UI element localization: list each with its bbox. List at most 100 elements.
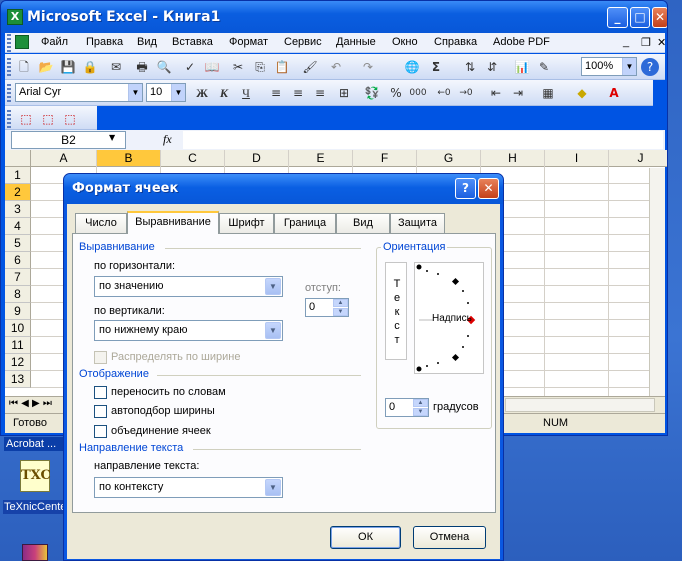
print-preview-icon[interactable]: 🔍 <box>155 58 173 76</box>
menu-file[interactable]: Файл <box>41 36 68 48</box>
chevron-down-icon[interactable]: ▼ <box>109 133 115 142</box>
menu-view[interactable]: Вид <box>137 36 157 48</box>
acrobat-taskbar-item[interactable]: Acrobat ... <box>4 437 66 451</box>
ok-button[interactable]: ОК <box>330 526 401 549</box>
row-header-5[interactable]: 5 <box>5 235 31 252</box>
horizontal-scrollbar[interactable] <box>505 398 655 412</box>
increase-decimal-icon[interactable]: ←0 <box>435 84 453 102</box>
align-center-icon[interactable]: ≡ <box>289 84 307 102</box>
sort-descending-icon[interactable]: ⇵ <box>483 58 501 76</box>
currency-icon[interactable]: 💱 <box>363 84 381 102</box>
minimize-button[interactable]: _ <box>607 7 628 28</box>
italic-button[interactable]: К <box>215 84 233 102</box>
menu-window[interactable]: Окно <box>392 36 418 48</box>
align-right-icon[interactable]: ≡ <box>311 84 329 102</box>
vertical-scrollbar[interactable] <box>649 168 665 396</box>
column-header-d[interactable]: D <box>225 150 289 167</box>
percent-button[interactable]: % <box>387 84 405 102</box>
merge-cells-checkbox[interactable] <box>94 425 107 438</box>
increase-indent-icon[interactable]: ⇥ <box>509 84 527 102</box>
font-color-icon[interactable]: A <box>605 84 623 102</box>
texniccenter-label[interactable]: TeXnicCente <box>3 500 66 514</box>
column-header-a[interactable]: A <box>31 150 97 167</box>
font-size-select[interactable]: 10 ▼ <box>146 83 186 102</box>
help-button[interactable]: ? <box>455 178 476 199</box>
autosum-icon[interactable]: Σ <box>427 58 445 76</box>
dialog-close-button[interactable]: ✕ <box>478 178 499 199</box>
convert-to-pdf-icon[interactable]: ⬚ <box>17 110 35 128</box>
tab-font[interactable]: Шрифт <box>219 213 274 233</box>
zoom-select[interactable]: 100% ▼ <box>581 57 637 76</box>
vertical-select[interactable]: по нижнему краю ▼ <box>94 320 283 341</box>
fill-color-icon[interactable]: ◆ <box>573 84 591 102</box>
row-header-11[interactable]: 11 <box>5 337 31 354</box>
save-icon[interactable]: 💾 <box>59 58 77 76</box>
toolbar-grip[interactable] <box>7 84 11 102</box>
copy-icon[interactable]: ⎘ <box>251 58 269 76</box>
horizontal-select[interactable]: по значению ▼ <box>94 276 283 297</box>
row-header-8[interactable]: 8 <box>5 286 31 303</box>
degrees-spinner[interactable]: 0 ▲ ▼ <box>385 398 429 417</box>
distribute-checkbox[interactable] <box>94 351 107 364</box>
paste-icon[interactable]: 📋 <box>273 58 291 76</box>
sheet-nav-icon[interactable]: ⏮ ◀ ▶ ⏭ <box>9 398 52 409</box>
menu-tools[interactable]: Сервис <box>284 36 322 48</box>
indent-spinner[interactable]: 0 ▲ ▼ <box>305 298 349 317</box>
row-header-9[interactable]: 9 <box>5 303 31 320</box>
row-header-13[interactable]: 13 <box>5 371 31 388</box>
permission-icon[interactable]: 🔒 <box>81 58 99 76</box>
doc-close-button[interactable]: ✕ <box>657 36 666 49</box>
merge-center-icon[interactable]: ⊞ <box>335 84 353 102</box>
column-header-i[interactable]: I <box>545 150 609 167</box>
tab-protection[interactable]: Защита <box>390 213 445 233</box>
research-icon[interactable]: 📖 <box>203 58 221 76</box>
row-header-10[interactable]: 10 <box>5 320 31 337</box>
decrease-decimal-icon[interactable]: →0 <box>457 84 475 102</box>
bold-button[interactable]: Ж <box>193 84 211 102</box>
tab-alignment[interactable]: Выравнивание <box>127 211 219 234</box>
insert-function-icon[interactable]: fx <box>163 132 172 147</box>
column-header-h[interactable]: H <box>481 150 545 167</box>
menu-format[interactable]: Формат <box>229 36 268 48</box>
underline-button[interactable]: Ч <box>237 84 255 102</box>
wrap-text-checkbox[interactable] <box>94 386 107 399</box>
formula-input[interactable] <box>183 131 663 149</box>
row-header-7[interactable]: 7 <box>5 269 31 286</box>
row-header-4[interactable]: 4 <box>5 218 31 235</box>
close-button[interactable]: ✕ <box>652 7 667 28</box>
select-all-button[interactable] <box>5 150 31 167</box>
font-name-select[interactable]: Arial Cyr ▼ <box>15 83 143 102</box>
toolbar-grip[interactable] <box>7 110 11 128</box>
drawing-icon[interactable]: ✎ <box>535 58 553 76</box>
menu-help[interactable]: Справка <box>434 36 477 48</box>
column-header-f[interactable]: F <box>353 150 417 167</box>
hyperlink-icon[interactable]: 🌐 <box>403 58 421 76</box>
chart-wizard-icon[interactable]: 📊 <box>513 58 531 76</box>
vertical-text-button[interactable]: Текст <box>385 262 407 360</box>
shrink-to-fit-checkbox[interactable] <box>94 405 107 418</box>
winrar-icon[interactable] <box>22 544 48 561</box>
maximize-button[interactable]: □ <box>630 7 650 28</box>
thousands-button[interactable]: 000 <box>409 84 427 102</box>
menu-data[interactable]: Данные <box>336 36 376 48</box>
tab-number[interactable]: Число <box>75 213 127 233</box>
format-painter-icon[interactable]: 🖌 <box>301 58 319 76</box>
sort-ascending-icon[interactable]: ⇅ <box>461 58 479 76</box>
cancel-button[interactable]: Отмена <box>413 526 486 549</box>
spin-up-icon[interactable]: ▲ <box>333 299 348 307</box>
column-header-g[interactable]: G <box>417 150 481 167</box>
row-header-6[interactable]: 6 <box>5 252 31 269</box>
align-left-icon[interactable]: ≡ <box>267 84 285 102</box>
row-header-1[interactable]: 1 <box>5 167 31 184</box>
doc-minimize-button[interactable]: _ <box>623 36 629 48</box>
toolbar-grip[interactable] <box>7 34 11 52</box>
cut-icon[interactable]: ✂ <box>229 58 247 76</box>
tab-patterns[interactable]: Вид <box>336 213 390 233</box>
column-header-c[interactable]: C <box>161 150 225 167</box>
column-header-j[interactable]: J <box>609 150 667 167</box>
pdf-review-icon[interactable]: ⬚ <box>61 110 79 128</box>
pdf-email-icon[interactable]: ⬚ <box>39 110 57 128</box>
direction-select[interactable]: по контексту ▼ <box>94 477 283 498</box>
print-icon[interactable]: 🖶 <box>133 58 151 76</box>
menu-edit[interactable]: Правка <box>86 36 123 48</box>
